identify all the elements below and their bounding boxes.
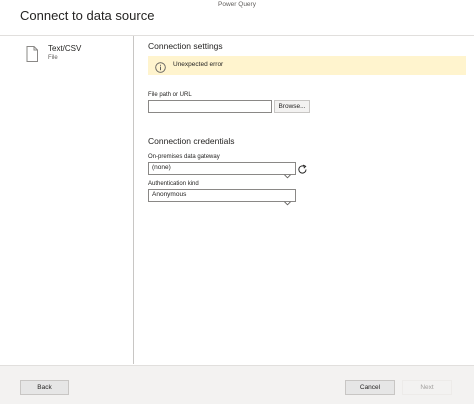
auth-kind-value: Anonymous [152,191,187,198]
chevron-down-icon [284,193,291,206]
error-banner: Unexpected error [148,56,466,75]
file-path-label: File path or URL [148,92,192,98]
dialog-header: Connect to data source [0,0,474,36]
source-type: File [48,55,58,61]
file-icon [26,46,38,62]
chevron-down-icon [284,166,291,179]
connection-settings-heading: Connection settings [148,41,223,51]
gateway-value: (none) [152,164,171,171]
dialog-footer: Back Cancel Next [0,365,474,404]
browse-button[interactable]: Browse... [274,100,310,113]
gateway-dropdown[interactable]: (none) [148,162,296,179]
page-title: Connect to data source [20,8,155,23]
auth-kind-dropdown[interactable]: Anonymous [148,189,296,206]
source-name: Text/CSV [48,44,82,53]
cancel-button[interactable]: Cancel [345,380,395,395]
refresh-icon[interactable] [297,162,308,174]
sidebar-item-text-csv[interactable]: Text/CSV File [26,44,126,66]
error-message: Unexpected error [173,61,224,68]
main-content: Connection settings Unexpected error Fil… [134,36,474,364]
back-button[interactable]: Back [20,380,69,395]
sidebar: Text/CSV File [0,36,134,364]
next-button[interactable]: Next [402,380,452,395]
file-path-input[interactable] [148,100,272,113]
gateway-label: On-premises data gateway [148,154,220,160]
info-icon [155,60,166,73]
auth-kind-label: Authentication kind [148,181,199,187]
connection-credentials-heading: Connection credentials [148,136,235,146]
